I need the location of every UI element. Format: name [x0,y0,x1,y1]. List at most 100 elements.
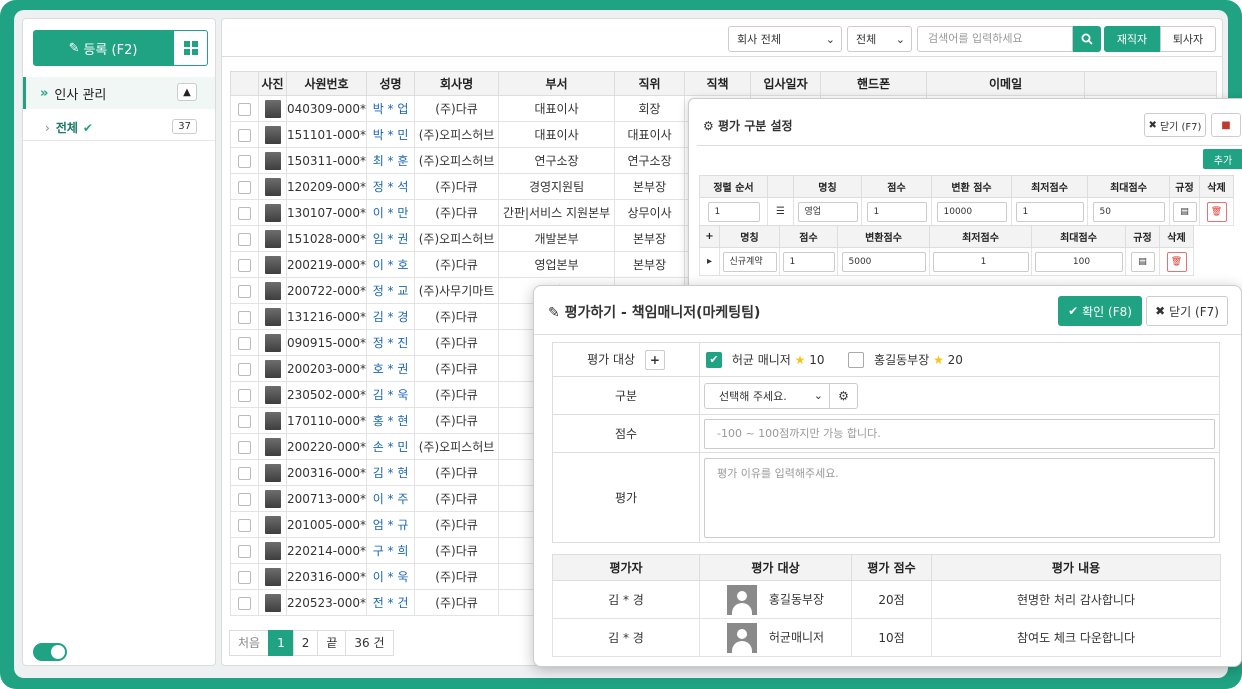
page-first-button[interactable]: 처음 [229,630,270,656]
row-checkbox[interactable] [238,206,251,220]
row-checkbox[interactable] [238,362,251,376]
close-button[interactable]: ✖ 닫기 (F7) [1146,296,1228,326]
row-checkbox[interactable] [238,492,251,506]
cell [258,147,287,174]
row-checkbox[interactable] [238,596,251,610]
settings-add-button[interactable]: 추가 [1203,149,1242,169]
convert-score-input[interactable]: 10000 [936,201,1007,222]
cell: 🗑 [1199,197,1234,226]
company-cell: (주)오피스허브 [414,225,500,252]
settings-extra-button[interactable]: ■ [1211,113,1241,137]
employee-photo [264,359,281,378]
delete-button[interactable]: 🗑 [1206,201,1227,222]
avatar [726,584,757,615]
sort-order-input[interactable]: 1 [707,201,760,222]
total-count: 36 건 [345,630,394,656]
divider [534,334,1241,335]
row-checkbox[interactable] [238,544,251,558]
cell [258,511,287,538]
settings-close-button[interactable]: ✖ 닫기 (F7) [1144,113,1206,137]
sub-max-input[interactable]: 100 [1034,251,1123,272]
page-2-button[interactable]: 2 [292,630,319,656]
cell [258,121,287,148]
sub-score-input[interactable]: 1 [782,251,835,272]
score-input[interactable]: 1 [866,201,927,222]
page-last-button[interactable]: 끝 [317,630,347,656]
row-checkbox[interactable] [238,518,251,532]
search-input[interactable]: 검색어를 입력하세요 [917,26,1073,52]
sidebar-item-all[interactable]: › 전체 ✔ 37 [23,115,215,141]
retired-button[interactable]: 퇴사자 [1160,26,1216,52]
rule-button[interactable]: ▤ [1130,251,1155,272]
sub-min-input[interactable]: 1 [932,251,1029,272]
row-checkbox[interactable] [238,414,251,428]
name-cell: 김 * 현 [366,459,416,486]
name-cell: 최 * 훈 [366,147,416,174]
target1-checkbox[interactable]: ✔ [706,352,722,369]
search-button[interactable] [1073,26,1101,52]
status-filter-select[interactable]: 전체 ⌄ [847,26,912,52]
cell [258,459,287,486]
eval-reason-textarea[interactable]: 평가 이유를 입력해주세요. [704,457,1215,538]
target2-checkbox[interactable] [848,352,865,369]
form-row-category: 구분 선택해 주세요. ⌄ ⚙ [552,376,1220,415]
employed-button[interactable]: 재직자 [1104,26,1160,52]
employee-photo [264,411,281,430]
collapse-button[interactable]: ▲ [177,83,197,101]
confirm-button[interactable]: ✔ 확인 (F8) [1058,296,1142,326]
page-1-button[interactable]: 1 [268,630,294,656]
row-checkbox[interactable] [238,128,251,142]
rule-button[interactable]: ▤ [1172,201,1197,222]
chevron-down-icon: ⌄ [825,32,835,46]
sidebar-toggle[interactable] [33,643,67,661]
cell: 50 [1087,197,1170,226]
row-checkbox[interactable] [238,466,251,480]
evaluator-cell: 김 * 경 [552,580,700,619]
row-checkbox[interactable] [238,232,251,246]
table-row: 1 ☰ 영업 1 10000 1 50 ▤ 🗑 [699,197,1234,226]
cell: 🗑 [1159,247,1194,276]
cell [230,485,259,512]
score-cell: 10점 [851,618,932,657]
row-checkbox[interactable] [238,336,251,350]
category-settings-button[interactable]: ⚙ [830,382,858,409]
register-button[interactable]: ✎ 등록 (F2) [33,30,173,66]
row-checkbox[interactable] [238,388,251,402]
row-checkbox[interactable] [238,310,251,324]
col-max-score: 최대점수 [1087,175,1170,198]
row-checkbox[interactable] [238,440,251,454]
sub-category-table: + 명칭 점수 변환점수 최저점수 최대점수 규정 삭제 ▸ 신규계약 1 50… [699,225,1194,276]
row-checkbox[interactable] [238,102,251,116]
row-checkbox[interactable] [238,154,251,168]
delete-button[interactable]: 🗑 [1166,251,1187,272]
row-checkbox[interactable] [238,180,251,194]
cell: 10000 [931,197,1012,226]
score-input[interactable]: -100 ~ 100점까지만 가능 합니다. [704,418,1215,449]
double-chevron-right-icon: » [40,85,49,101]
company-filter-select[interactable]: 회사 전체 ⌄ [728,26,842,52]
cell: 1 [929,247,1032,276]
drag-handle-icon[interactable]: ☰ [776,206,785,217]
confirm-label: 확인 (F8) [1082,304,1132,319]
form-row-target: 평가 대상 + ✔ 허균 매니저 ★ 10 홍길동부장 ★ 20 [552,342,1220,377]
expand-row-icon[interactable]: ▸ [707,256,712,267]
row-checkbox[interactable] [238,258,251,272]
row-checkbox[interactable] [238,570,251,584]
sub-name-input[interactable]: 신규계약 [722,251,777,272]
min-score-input[interactable]: 1 [1015,201,1084,222]
row-checkbox[interactable] [238,284,251,298]
form-value-cell: ✔ 허균 매니저 ★ 10 홍길동부장 ★ 20 [699,342,1220,377]
emp-no-cell: 151028-000* [285,225,368,252]
position-cell: 본부장 [614,251,686,278]
category-select[interactable]: 선택해 주세요. ⌄ [704,382,830,409]
employee-photo [264,203,281,222]
add-target-button[interactable]: + [644,349,665,370]
sub-convert-input[interactable]: 5000 [841,251,926,272]
grid-view-button[interactable] [173,30,208,66]
name-input[interactable]: 영업 [797,201,858,222]
max-score-input[interactable]: 50 [1092,201,1165,222]
col-target: 평가 대상 [699,554,852,581]
col-emp-no: 사원번호 [285,71,368,96]
menu-hr-management[interactable]: » 인사 관리 ▲ [23,77,215,109]
cell [258,589,287,616]
